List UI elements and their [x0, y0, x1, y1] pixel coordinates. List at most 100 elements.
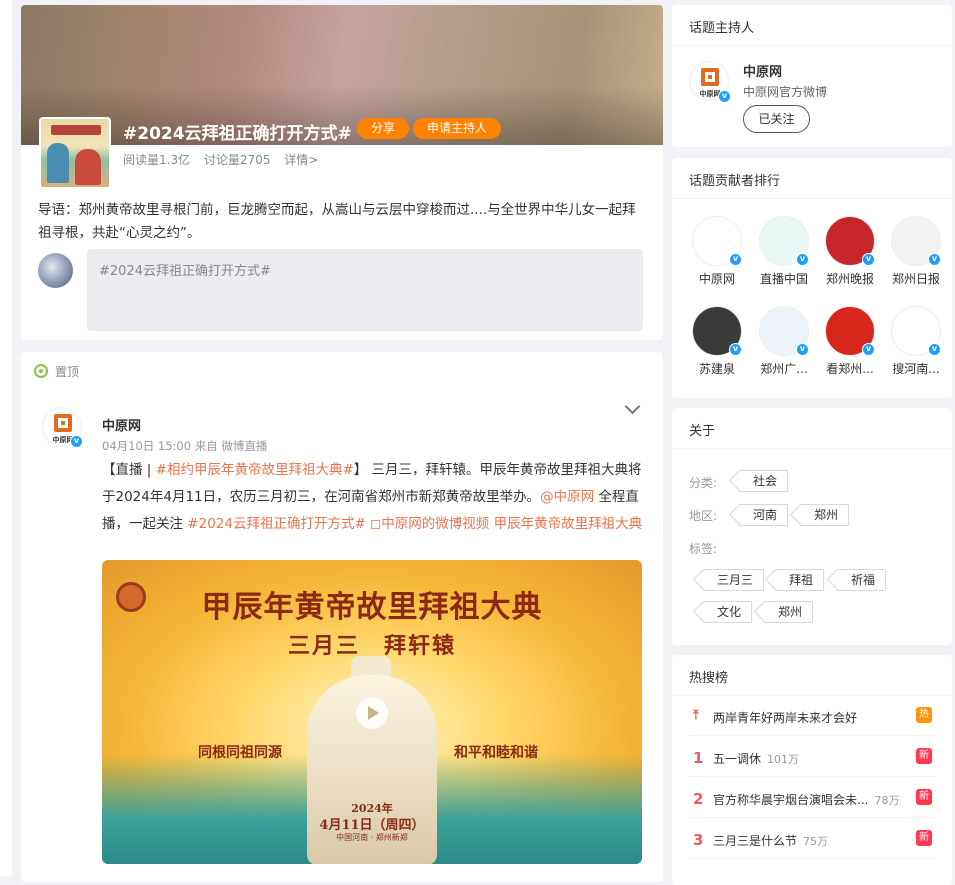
discussion-count: 讨论量2705	[203, 153, 271, 167]
host-card: 话题主持人 中原网 v 中原网 中原网官方微博 已关注	[672, 5, 952, 147]
post-input[interactable]: #2024云拜祖正确打开方式#	[87, 249, 643, 331]
contributor-avatar[interactable]: v	[825, 306, 875, 356]
contributor-item[interactable]: v 看郑州...	[820, 306, 880, 377]
host-desc: 中原网官方微博	[743, 85, 828, 99]
hashtag-link[interactable]: #相约甲辰年黄帝故里拜祖大典#	[156, 462, 354, 478]
contributor-name[interactable]: 看郑州...	[820, 360, 880, 377]
verified-icon: v	[70, 435, 83, 448]
category-tag[interactable]: 社会	[739, 470, 789, 492]
topic-tag[interactable]: 文化	[703, 601, 753, 623]
host-avatar[interactable]: 中原网 v	[689, 61, 731, 103]
hot-search-text[interactable]: 三月三是什么节 75万	[713, 832, 828, 849]
region-tag[interactable]: 郑州	[800, 504, 850, 526]
contributor-item[interactable]: v 直播中国	[754, 216, 814, 287]
author-avatar[interactable]: 中原网 v	[42, 407, 83, 448]
contributor-item[interactable]: v 中原网	[687, 216, 747, 287]
hot-search-text[interactable]: 五一调休 101万	[713, 750, 799, 767]
hot-rank: 2	[693, 790, 704, 808]
verified-icon: v	[928, 343, 941, 356]
post-text-prefix: 【直播 |	[102, 462, 156, 478]
about-card: 关于 分类: 地区: 标签: 社会 河南 郑州 三月三 拜祖 祈福 文化 郑州	[672, 408, 952, 645]
contributor-avatar[interactable]: v	[692, 306, 742, 356]
hot-search-text[interactable]: 官方称华晨宇烟台演唱会未... 78万	[713, 791, 899, 808]
hot-rank: 3	[693, 831, 704, 849]
post-time[interactable]: 04月10日 15:00	[102, 439, 191, 453]
topic-tag[interactable]: 三月三	[703, 569, 765, 591]
contributor-name[interactable]: 搜河南...	[886, 360, 946, 377]
apply-host-button[interactable]: 申请主持人	[413, 118, 502, 139]
topic-header-card: #2024云拜祖正确打开方式# 分享 申请主持人 阅读量1.3亿 讨论量2705…	[21, 5, 663, 340]
host-name[interactable]: 中原网	[743, 61, 782, 80]
hot-search-item[interactable]: 3 三月三是什么节 75万 新	[689, 819, 935, 859]
topic-tag[interactable]: 郑州	[764, 601, 814, 623]
video-link[interactable]: ◻中原网的微博视频	[366, 516, 489, 532]
post-meta: 04月10日 15:00 来自 微博直播	[102, 438, 267, 454]
contributor-name[interactable]: 郑州晚报	[820, 270, 880, 287]
host-card-title: 话题主持人	[689, 21, 755, 36]
poster-date: 4月11日（周四）	[319, 818, 425, 833]
contributor-item[interactable]: v 郑州日报	[886, 216, 946, 287]
follow-button[interactable]: 已关注	[743, 105, 810, 133]
contributor-item[interactable]: v 苏建泉	[687, 306, 747, 377]
contributor-name[interactable]: 郑州日报	[886, 270, 946, 287]
topic-tag[interactable]: 拜祖	[775, 569, 825, 591]
contributor-name[interactable]: 直播中国	[754, 270, 814, 287]
contributor-avatar[interactable]: v	[759, 306, 809, 356]
poster-right-slogan: 和平和睦和谐	[454, 745, 538, 761]
hot-badge: 新	[916, 748, 932, 764]
contributor-avatar[interactable]: v	[692, 216, 742, 266]
pinned-label: 置顶	[55, 365, 80, 379]
read-count: 阅读量1.3亿	[123, 153, 191, 167]
verified-icon: v	[796, 253, 809, 266]
feed-card: 置顶 中原网 v 中原网 04月10日 15:00 来自 微博直播 【直播 | …	[21, 352, 663, 882]
details-link[interactable]: 详情>	[284, 153, 318, 167]
contributor-item[interactable]: v 郑州晚报	[820, 216, 880, 287]
verified-icon: v	[928, 253, 941, 266]
contributors-card: 话题贡献者排行 v 中原网 v 直播中国 v 郑州晚报 v 郑州日报 v 苏建泉 v 郑州广... v 看…	[672, 158, 952, 398]
poster-title: 甲辰年黄帝故里拜祖大典	[201, 590, 543, 625]
post-author-name[interactable]: 中原网	[102, 415, 141, 434]
hot-search-item[interactable]: 2 官方称华晨宇烟台演唱会未... 78万 新	[689, 778, 935, 818]
topic-thumbnail[interactable]	[39, 117, 111, 189]
contributor-name[interactable]: 郑州广...	[754, 360, 814, 377]
hot-search-item[interactable]: 1 五一调休 101万 新	[689, 737, 935, 777]
hot-search-item[interactable]: ⤒ 两岸青年好两岸未来才会好 热	[689, 696, 935, 736]
hot-search-count: 75万	[803, 835, 829, 848]
contributor-item[interactable]: v 郑州广...	[754, 306, 814, 377]
topic-hashtag-link[interactable]: #2024云拜祖正确打开方式#	[187, 516, 365, 532]
hot-search-title: 热搜榜	[689, 671, 729, 686]
verified-icon: v	[729, 253, 742, 266]
video-poster[interactable]: 甲辰年黄帝故里拜祖大典 三月三 拜轩辕 同根同祖同源 和平和睦和谐 2024年 …	[102, 560, 642, 864]
verified-icon: v	[796, 343, 809, 356]
pin-icon	[34, 364, 48, 378]
share-button[interactable]: 分享	[357, 118, 410, 139]
category-label: 分类:	[689, 476, 718, 490]
left-sidebar-edge	[0, 0, 12, 876]
play-icon[interactable]	[356, 697, 388, 729]
hot-rank: 1	[693, 749, 704, 767]
contributor-name[interactable]: 中原网	[687, 270, 747, 287]
region-label: 地区:	[689, 509, 718, 523]
contributor-avatar[interactable]: v	[891, 216, 941, 266]
poster-location: 中国河南 · 郑州新郑	[336, 833, 408, 842]
verified-icon: v	[718, 90, 731, 103]
contributor-avatar[interactable]: v	[891, 306, 941, 356]
contributor-name[interactable]: 苏建泉	[687, 360, 747, 377]
contributor-avatar[interactable]: v	[759, 216, 809, 266]
event-link[interactable]: 甲辰年黄帝故里拜祖大典	[489, 516, 643, 532]
hot-search-card: 热搜榜 ⤒ 两岸青年好两岸未来才会好热 1 五一调休 101万新 2 官方称华晨宇烟台演唱会…	[672, 655, 952, 885]
user-avatar[interactable]	[38, 253, 73, 288]
topic-tag[interactable]: 祈福	[837, 569, 887, 591]
mention-link[interactable]: @中原网	[540, 489, 594, 505]
chevron-down-icon[interactable]	[624, 398, 641, 415]
hot-search-count: 78万	[874, 794, 900, 807]
contributor-avatar[interactable]: v	[825, 216, 875, 266]
tags-label: 标签:	[689, 542, 718, 556]
verified-icon: v	[862, 343, 875, 356]
region-tag[interactable]: 河南	[739, 504, 789, 526]
pinned-up-icon: ⤒	[693, 708, 699, 723]
contributor-item[interactable]: v 搜河南...	[886, 306, 946, 377]
post-source: 来自 微博直播	[194, 439, 268, 453]
hot-search-text[interactable]: 两岸青年好两岸未来才会好	[713, 709, 857, 726]
topic-title: #2024云拜祖正确打开方式#	[123, 124, 352, 144]
